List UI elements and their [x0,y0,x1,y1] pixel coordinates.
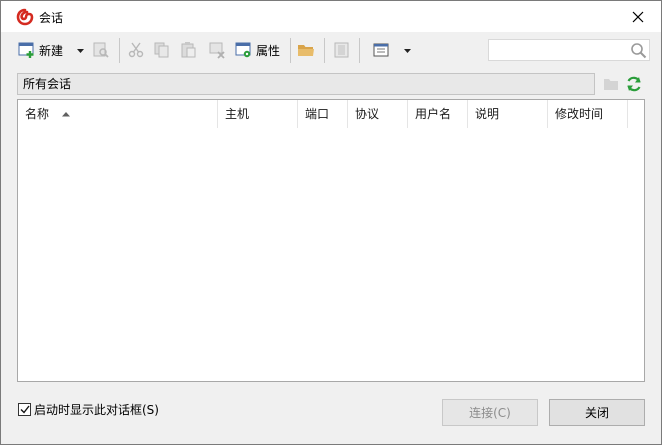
cut-button[interactable] [127,38,145,62]
path-bar[interactable]: 所有会话 [17,73,595,95]
column-header-port[interactable]: 端口 [298,100,348,128]
toolbar-separator [119,38,120,63]
export-button[interactable] [333,38,351,62]
search-icon[interactable] [630,42,647,62]
column-header-label: 名称 [25,107,50,121]
properties-icon [235,42,251,58]
column-header-host[interactable]: 主机 [218,100,298,128]
new-session-button[interactable]: 新建 [18,38,63,62]
search-box [488,39,650,61]
column-header-label: 协议 [355,107,380,121]
toolbar: 新建 属性 [1,32,661,68]
toolbar-separator [359,38,360,63]
dropdown-arrow-icon [77,48,84,53]
close-icon [632,11,644,22]
column-header-username[interactable]: 用户名 [408,100,468,128]
view-dropdown-button[interactable] [403,38,412,62]
swirl-logo-icon [16,8,34,26]
delete-icon [209,42,225,59]
properties-label: 属性 [256,43,281,58]
delete-button[interactable] [208,38,226,62]
column-header-modified[interactable]: 修改时间 [548,100,628,128]
view-icon [373,43,389,57]
export-icon [334,42,349,58]
view-button[interactable] [372,38,390,62]
toolbar-separator [290,38,291,63]
find-button[interactable] [92,38,110,62]
new-session-label: 新建 [39,43,64,58]
properties-button[interactable]: 属性 [235,38,280,62]
column-header-label: 说明 [475,107,500,121]
column-header-protocol[interactable]: 协议 [348,100,408,128]
list-header: 名称 主机 端口 协议 用户名 说明 修改时间 [18,100,644,128]
new-folder-icon[interactable] [603,76,619,95]
new-session-dropdown[interactable] [76,38,85,62]
copy-icon [154,42,169,58]
window-title: 会话 [39,11,64,25]
open-folder-icon [298,45,314,56]
paste-icon [181,42,196,58]
close-button[interactable] [615,1,661,32]
find-icon [93,42,109,58]
search-input[interactable] [489,40,627,60]
column-header-label: 端口 [305,107,330,121]
column-header-label: 主机 [225,107,250,121]
refresh-icon[interactable] [625,75,643,96]
column-header-description[interactable]: 说明 [468,100,548,128]
column-header-name[interactable]: 名称 [18,100,218,128]
toolbar-separator [324,38,325,63]
new-session-icon [18,42,34,58]
sort-ascending-icon [62,112,70,117]
startup-checkbox[interactable]: 启动时显示此对话框(S) [18,401,159,418]
open-folder-button[interactable] [297,38,315,62]
title-bar: 会话 [1,1,661,32]
view-dropdown-icon [404,48,411,53]
checkbox-box[interactable] [18,403,31,416]
close-dialog-button[interactable]: 关闭 [549,399,645,426]
session-list[interactable]: 名称 主机 端口 协议 用户名 说明 修改时间 [17,99,645,382]
connect-button[interactable]: 连接(C) [442,399,538,426]
cut-icon [128,42,144,58]
checkmark-icon [20,405,30,414]
sessions-dialog: 会话 新建 属性 所有会话 名称 主机 端口 协议 用户名 说明 修改时间 启动… [0,0,662,445]
paste-button[interactable] [180,38,198,62]
copy-button[interactable] [153,38,171,62]
column-header-label: 修改时间 [555,107,604,121]
column-header-label: 用户名 [415,107,452,121]
startup-checkbox-label: 启动时显示此对话框(S) [34,403,159,417]
